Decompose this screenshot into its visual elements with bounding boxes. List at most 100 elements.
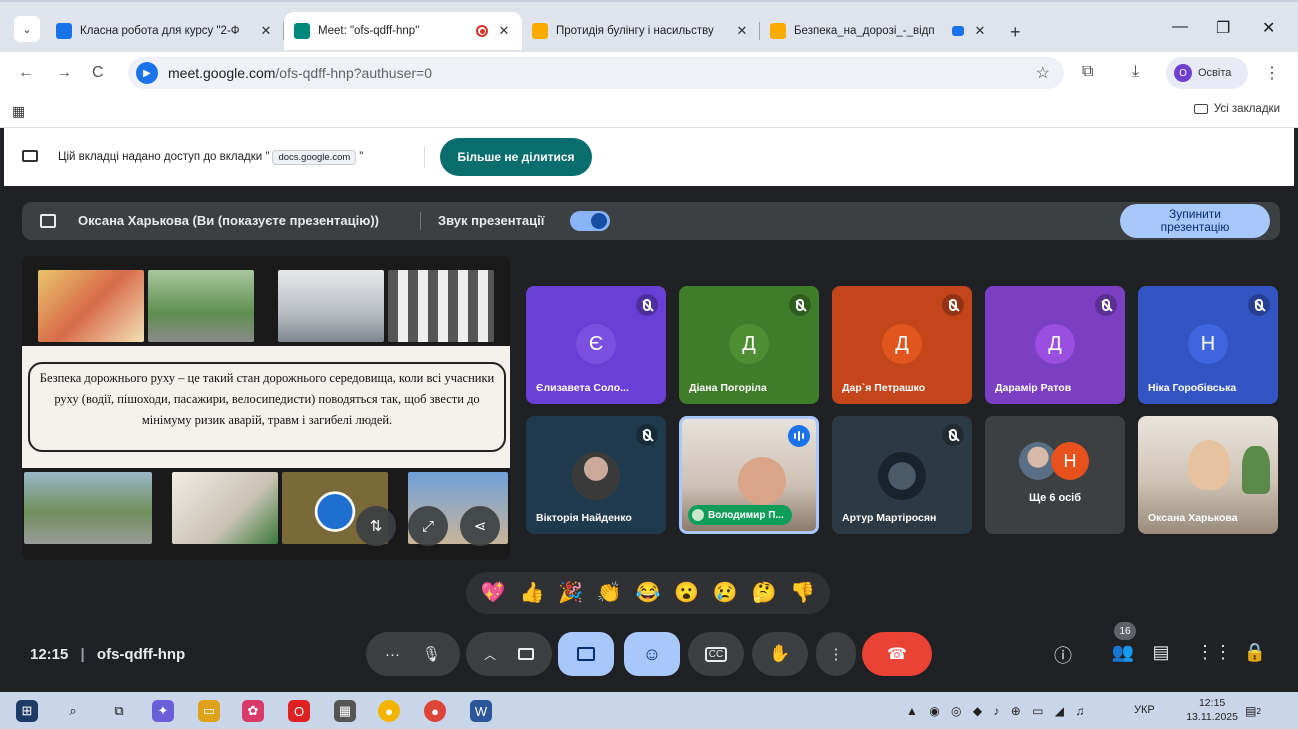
opera-icon[interactable]: O: [288, 700, 310, 722]
audio-settings-icon[interactable]: ···: [385, 646, 400, 663]
app-icon[interactable]: ✿: [242, 700, 264, 722]
activities-icon[interactable]: ⋮⋮: [1196, 642, 1232, 663]
stop-presenting-button[interactable]: Зупинити презентацію: [1120, 204, 1270, 238]
tab-title: Безпека_на_дорозі_-_відп: [794, 25, 935, 37]
forward-icon[interactable]: →: [56, 64, 72, 82]
close-icon[interactable]: ✕: [734, 23, 750, 39]
info-icon[interactable]: ⓘ: [1050, 642, 1076, 668]
tab-search-icon[interactable]: ⌄: [14, 16, 40, 42]
reaction-sad[interactable]: 😢: [713, 583, 738, 603]
search-icon[interactable]: ⌕: [62, 700, 84, 722]
close-icon[interactable]: ✕: [258, 23, 274, 39]
stop-sharing-button[interactable]: Більше не ділитися: [440, 138, 592, 176]
taskbar-clock[interactable]: 12:15 13.11.2025: [1186, 696, 1238, 724]
file-explorer-icon[interactable]: ▭: [198, 700, 220, 722]
classroom-favicon-icon: [56, 23, 72, 39]
tab-bullying[interactable]: Протидія булінгу і насильству ✕: [522, 12, 760, 50]
self-view-tile[interactable]: Оксана Харькова: [1138, 416, 1278, 534]
close-window-icon[interactable]: ✕: [1262, 18, 1275, 38]
participant-tile[interactable]: Д Діана Погоріла: [679, 286, 819, 404]
swap-layout-icon[interactable]: ⇅: [356, 506, 396, 546]
reaction-surprised[interactable]: 😮: [674, 583, 699, 603]
emoji-button[interactable]: ☺: [624, 632, 680, 676]
sharing-text-end: ": [359, 151, 364, 163]
back-icon[interactable]: ←: [18, 64, 34, 82]
mic-muted-icon: [942, 424, 964, 446]
tab-road-safety[interactable]: Безпека_на_дорозі_-_відп ✕: [760, 12, 998, 50]
notifications-icon[interactable]: ▤ 2: [1242, 700, 1264, 722]
participant-tile[interactable]: Вікторія Найденко: [526, 416, 666, 534]
people-icon[interactable]: 👥: [1110, 642, 1136, 663]
clock-time: 12:15: [1198, 697, 1226, 709]
all-bookmarks-button[interactable]: Усі закладки: [1193, 103, 1280, 115]
share-icon[interactable]: ⋖: [460, 506, 500, 546]
participant-tile[interactable]: Є Єлизавета Соло...: [526, 286, 666, 404]
participant-tile[interactable]: Д Дар`я Петрашко: [832, 286, 972, 404]
avatar: Є: [576, 324, 616, 364]
close-icon[interactable]: ✕: [496, 23, 512, 39]
address-bar[interactable]: ▶ meet.google.com/ofs-qdff-hnp?authuser=…: [128, 57, 1064, 89]
tab-classroom[interactable]: Класна робота для курсу "2-Ф ✕: [46, 12, 284, 50]
start-icon[interactable]: ⊞: [16, 700, 38, 722]
input-language[interactable]: УКР: [1134, 704, 1155, 716]
reaction-thumbs-down[interactable]: 👎: [790, 583, 815, 603]
more-options-button[interactable]: ⋮: [816, 632, 856, 676]
presenting-icon: [40, 214, 56, 228]
reload-icon[interactable]: C: [92, 64, 104, 82]
restore-icon[interactable]: ❐: [1216, 18, 1230, 38]
tab-title: Протидія булінгу і насильству: [556, 25, 714, 37]
system-tray-icons[interactable]: ▲ ◉ ◎ ◆ ♪ ⊕ ▭ ◢ ♫: [906, 704, 1088, 718]
word-icon[interactable]: W: [470, 700, 492, 722]
reaction-thumbs-up[interactable]: 👍: [520, 583, 545, 603]
url-text[interactable]: meet.google.com/ofs-qdff-hnp?authuser=0: [168, 65, 432, 81]
mic-muted-icon: [1095, 294, 1117, 316]
mic-icon[interactable]: 🎙: [422, 645, 441, 663]
profile-button[interactable]: О Освіта: [1166, 57, 1248, 89]
chrome-icon[interactable]: ●: [378, 700, 400, 722]
sharing-text-start: Цій вкладці надано доступ до вкладки ": [58, 151, 270, 163]
site-info-icon[interactable]: ▶: [136, 62, 158, 84]
close-icon[interactable]: ✕: [972, 23, 988, 39]
extensions-icon[interactable]: ⧉: [1082, 63, 1093, 81]
minimize-icon[interactable]: —: [1172, 18, 1188, 36]
participant-tile-active-speaker[interactable]: Володимир П...: [679, 416, 819, 534]
participant-tile[interactable]: Д Дарамір Ратов: [985, 286, 1125, 404]
camera-icon[interactable]: [518, 648, 534, 660]
slide-photo-road-signs: [148, 270, 254, 342]
chrome-profile-icon[interactable]: ●: [424, 700, 446, 722]
more-participants-tile[interactable]: Н Ще 6 осіб: [985, 416, 1125, 534]
reaction-thinking[interactable]: 🤔: [751, 583, 776, 603]
reaction-heart[interactable]: 💖: [481, 583, 506, 603]
participant-name: Оксана Харькова: [1148, 512, 1238, 524]
apps-grid-icon[interactable]: ▦: [12, 103, 25, 120]
participant-tile[interactable]: Н Ніка Горобівська: [1138, 286, 1278, 404]
reaction-clap[interactable]: 👏: [597, 583, 622, 603]
mic-muted-icon: [636, 424, 658, 446]
presentation-audio-toggle[interactable]: [570, 211, 610, 231]
participant-tile[interactable]: Артур Мартіросян: [832, 416, 972, 534]
calculator-icon[interactable]: ▦: [334, 700, 356, 722]
fullscreen-icon[interactable]: ⤢: [408, 506, 448, 546]
video-settings-icon[interactable]: ︿: [484, 646, 496, 663]
captions-button[interactable]: CC: [688, 632, 744, 676]
leave-call-button[interactable]: ☎: [862, 632, 932, 676]
slide-photo-street: [24, 472, 152, 544]
raise-hand-button[interactable]: ✋: [752, 632, 808, 676]
divider: |: [80, 646, 85, 663]
host-controls-icon[interactable]: 🔒: [1242, 642, 1268, 663]
browser-menu-icon[interactable]: ⋮: [1264, 63, 1280, 83]
new-tab-icon[interactable]: +: [1010, 22, 1021, 43]
downloads-icon[interactable]: ⤓: [1132, 63, 1139, 81]
tab-sharing-icon: [952, 26, 964, 36]
emoji-icon: ☺: [642, 643, 662, 664]
task-view-icon[interactable]: ⧉: [108, 700, 130, 722]
participant-name: Володимир П...: [708, 509, 784, 521]
chat-icon[interactable]: ▤: [1148, 642, 1174, 663]
tab-meet[interactable]: Meet: "ofs-qdff-hnp" ✕: [284, 12, 522, 50]
url-host: meet.google.com: [168, 65, 276, 81]
copilot-icon[interactable]: ✦: [152, 700, 174, 722]
reaction-laugh[interactable]: 😂: [636, 583, 661, 603]
reaction-party[interactable]: 🎉: [558, 583, 583, 603]
present-button[interactable]: [558, 632, 614, 676]
bookmark-star-icon[interactable]: ☆: [1036, 63, 1050, 83]
